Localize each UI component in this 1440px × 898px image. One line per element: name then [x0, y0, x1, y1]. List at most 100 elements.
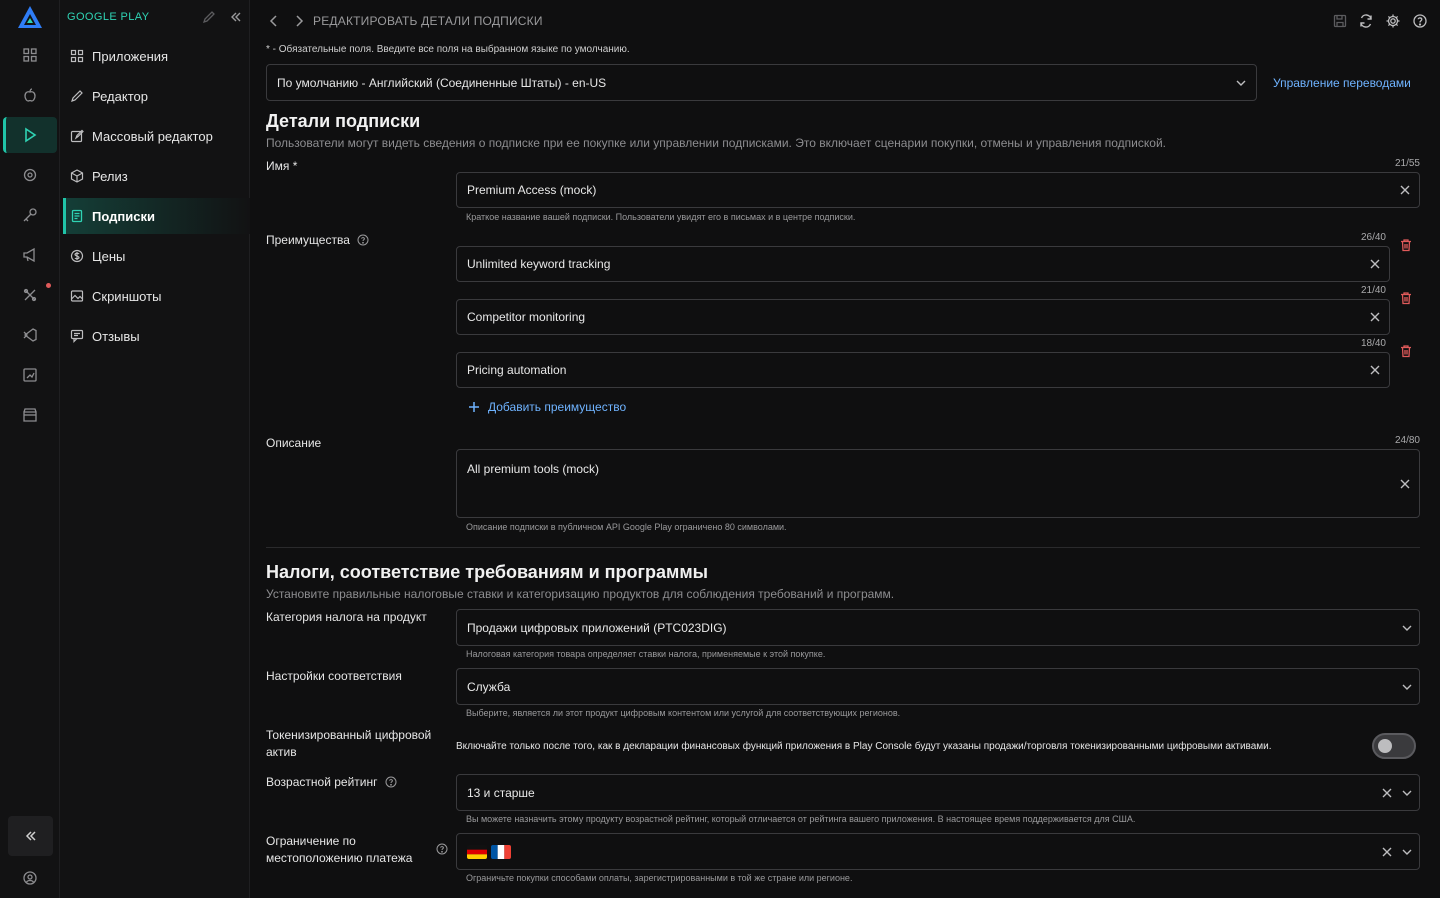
- refresh-icon[interactable]: [1358, 13, 1374, 29]
- main-content: РЕДАКТИРОВАТЬ ДЕТАЛИ ПОДПИСКИ * - Обязат…: [250, 0, 1440, 898]
- sidebar-item-editor[interactable]: Редактор: [63, 78, 250, 114]
- chart-rail-icon[interactable]: [18, 363, 42, 387]
- back-chevron-icon[interactable]: [266, 13, 282, 29]
- sidebar-title: GOOGLE PLAY: [67, 11, 150, 23]
- benefit-counter: 18/40: [1360, 338, 1386, 349]
- germany-flag-icon: [467, 844, 487, 859]
- clear-icon[interactable]: [1381, 846, 1393, 858]
- manage-translations-link[interactable]: Управление переводами: [1273, 76, 1411, 90]
- store-rail-icon[interactable]: [18, 403, 42, 427]
- age-rating-label: Возрастной рейтинг: [266, 774, 397, 791]
- sidebar-item-label: Цены: [92, 248, 126, 264]
- details-section-description: Пользователи могут видеть сведения о под…: [266, 136, 1166, 150]
- tax-category-hint: Налоговая категория товара определяет ст…: [466, 649, 826, 659]
- sidebar-item-release[interactable]: Релиз: [63, 158, 250, 194]
- description-textarea[interactable]: All premium tools (mock): [456, 449, 1420, 518]
- compliance-hint: Выберите, является ли этот продукт цифро…: [466, 708, 901, 718]
- clear-icon[interactable]: [1399, 184, 1411, 196]
- sidebar-collapse-icon[interactable]: [229, 10, 243, 24]
- app-rail: [0, 0, 60, 898]
- pencil-icon: [71, 90, 83, 102]
- benefit-input[interactable]: Competitor monitoring: [456, 299, 1390, 335]
- compliance-label: Настройки соответствия: [266, 669, 402, 683]
- notification-dot: [46, 283, 51, 288]
- sidebar-item-apps[interactable]: Приложения: [63, 38, 250, 74]
- language-select[interactable]: По умолчанию - Английский (Соединенные Ш…: [266, 64, 1257, 101]
- name-label: Имя *: [266, 159, 298, 173]
- edit-pencil-icon[interactable]: [202, 10, 216, 24]
- tools-rail-icon[interactable]: [18, 283, 42, 307]
- benefit-input[interactable]: Unlimited keyword tracking: [456, 246, 1390, 282]
- tokenized-toggle[interactable]: [1372, 733, 1416, 759]
- name-hint: Краткое название вашей подписки. Пользов…: [466, 212, 856, 222]
- trash-icon[interactable]: [1399, 344, 1413, 358]
- help-icon[interactable]: [357, 234, 369, 246]
- google-play-rail-icon[interactable]: [18, 123, 42, 147]
- payment-location-hint: Ограничьте покупки способами оплаты, зар…: [466, 873, 853, 883]
- tax-category-select[interactable]: Продажи цифровых приложений (PTC023DIG): [456, 609, 1420, 646]
- target-rail-icon[interactable]: [18, 163, 42, 187]
- benefit-input-value: Competitor monitoring: [467, 310, 586, 324]
- age-rating-label-text: Возрастной рейтинг: [266, 775, 378, 789]
- sidebar-item-label: Отзывы: [92, 328, 140, 344]
- chevron-down-icon: [1236, 80, 1246, 86]
- name-input[interactable]: Premium Access (mock): [456, 172, 1420, 208]
- sidebar-item-subscriptions[interactable]: Подписки: [63, 198, 250, 234]
- bulk-edit-icon: [70, 129, 84, 143]
- image-icon: [70, 290, 84, 302]
- sidebar-item-label: Приложения: [92, 48, 169, 64]
- dollar-circle-icon: [70, 249, 84, 263]
- benefit-input-value: Pricing automation: [467, 363, 567, 377]
- benefit-input[interactable]: Pricing automation: [456, 352, 1390, 388]
- name-counter: 21/55: [1394, 158, 1420, 169]
- age-rating-select[interactable]: 13 и старше: [456, 774, 1420, 811]
- tax-category-label: Категория налога на продукт: [266, 610, 427, 624]
- reviews-icon: [70, 329, 84, 343]
- toggle-knob: [1378, 739, 1392, 753]
- benefit-counter: 26/40: [1360, 232, 1386, 243]
- sidebar-item-bulk-editor[interactable]: Массовый редактор: [63, 118, 250, 154]
- section-divider: [266, 547, 1420, 548]
- forward-chevron-icon[interactable]: [291, 13, 307, 29]
- age-rating-hint: Вы можете назначить этому продукту возра…: [466, 814, 1136, 824]
- double-chevron-left-icon: [25, 831, 36, 841]
- clear-icon[interactable]: [1369, 258, 1381, 270]
- taxes-section-description: Установите правильные налоговые ставки и…: [266, 587, 895, 601]
- apps-rail-icon[interactable]: [18, 43, 42, 67]
- description-label: Описание: [266, 436, 322, 450]
- trash-icon[interactable]: [1399, 291, 1413, 305]
- tokenized-description: Включайте только после того, как в декла…: [456, 741, 1272, 752]
- description-hint: Описание подписки в публичном API Google…: [466, 522, 787, 532]
- tokenized-label: Токенизированный цифровой актив: [266, 728, 432, 759]
- key-rail-icon[interactable]: [18, 203, 42, 227]
- save-icon[interactable]: [1332, 13, 1348, 29]
- clear-icon[interactable]: [1369, 311, 1381, 323]
- benefit-input-value: Unlimited keyword tracking: [467, 257, 611, 271]
- megaphone-rail-icon[interactable]: [18, 243, 42, 267]
- sidebar-item-reviews[interactable]: Отзывы: [63, 318, 250, 354]
- sidebar-item-label: Релиз: [92, 168, 128, 184]
- sidebar-item-label: Массовый редактор: [92, 128, 213, 144]
- app-logo-icon[interactable]: [17, 5, 43, 29]
- help-icon[interactable]: [436, 843, 448, 855]
- account-rail-icon[interactable]: [18, 866, 42, 890]
- clear-icon[interactable]: [1381, 787, 1393, 799]
- help-icon[interactable]: [385, 776, 397, 788]
- rail-collapse-button[interactable]: [8, 816, 53, 856]
- taxes-section-title: Налоги, соответствие требованиям и прогр…: [266, 562, 709, 582]
- plus-icon: [469, 402, 479, 412]
- sidebar-item-prices[interactable]: Цены: [63, 238, 250, 274]
- trash-icon[interactable]: [1399, 238, 1413, 252]
- payment-location-select[interactable]: [456, 833, 1420, 870]
- add-benefit-button[interactable]: Добавить преимущество: [468, 400, 626, 414]
- clear-icon[interactable]: [1369, 364, 1381, 376]
- clear-icon[interactable]: [1399, 478, 1411, 490]
- settings-gear-icon[interactable]: [1385, 13, 1401, 29]
- sidebar-item-screenshots[interactable]: Скриншоты: [63, 278, 250, 314]
- chevron-down-icon: [1402, 684, 1412, 690]
- apple-rail-icon[interactable]: [18, 83, 42, 107]
- vscode-rail-icon[interactable]: [18, 323, 42, 347]
- compliance-select[interactable]: Служба: [456, 668, 1420, 705]
- help-icon[interactable]: [1412, 13, 1428, 29]
- name-input-value: Premium Access (mock): [467, 183, 597, 197]
